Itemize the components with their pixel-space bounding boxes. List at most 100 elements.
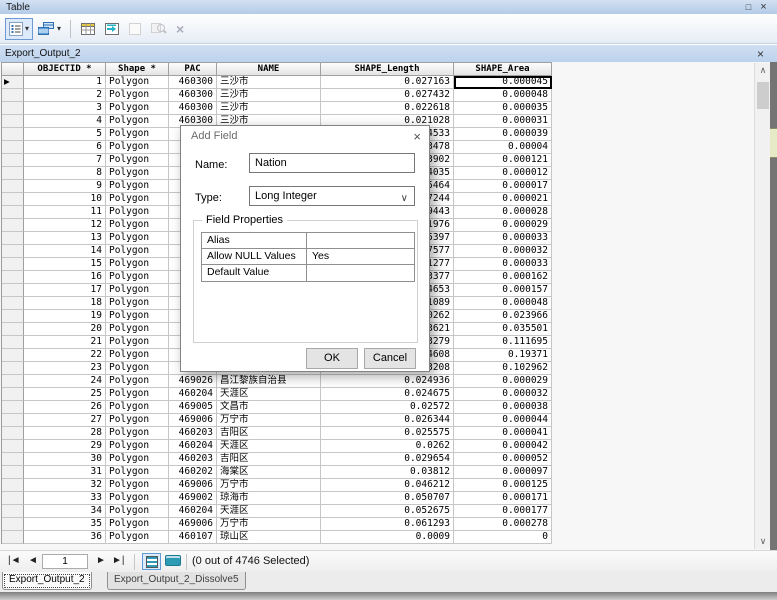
cell-area[interactable]: 0.000052 [454, 453, 552, 466]
cell-name[interactable]: 三沙市 [217, 76, 321, 89]
cell-pac[interactable]: 460300 [169, 76, 217, 89]
row-selector[interactable] [2, 232, 24, 245]
cell-area[interactable]: 0.000017 [454, 180, 552, 193]
cell-id[interactable]: 33 [24, 492, 106, 505]
row-selector[interactable] [2, 323, 24, 336]
cell-area[interactable]: 0.000162 [454, 271, 552, 284]
column-header-area[interactable]: SHAPE_Area [454, 62, 552, 76]
cell-name[interactable]: 三沙市 [217, 102, 321, 115]
cell-id[interactable]: 35 [24, 518, 106, 531]
cell-pac[interactable]: 460204 [169, 388, 217, 401]
cell-id[interactable]: 18 [24, 297, 106, 310]
cell-area[interactable]: 0.000029 [454, 375, 552, 388]
cell-len[interactable]: 0.046212 [321, 479, 454, 492]
row-selector[interactable] [2, 531, 24, 544]
cell-id[interactable]: 17 [24, 284, 106, 297]
cell-name[interactable]: 万宁市 [217, 479, 321, 492]
scroll-down-icon[interactable]: ∨ [755, 534, 771, 549]
cell-pac[interactable]: 469006 [169, 414, 217, 427]
cell-name[interactable]: 三沙市 [217, 89, 321, 102]
cell-shape[interactable]: Polygon [106, 336, 169, 349]
cell-shape[interactable]: Polygon [106, 375, 169, 388]
record-number-input[interactable]: 1 [42, 554, 88, 569]
row-selector[interactable] [2, 518, 24, 531]
cell-id[interactable]: 16 [24, 271, 106, 284]
cell-name[interactable]: 万宁市 [217, 518, 321, 531]
cell-shape[interactable]: Polygon [106, 310, 169, 323]
cell-id[interactable]: 4 [24, 115, 106, 128]
cell-shape[interactable]: Polygon [106, 115, 169, 128]
cell-area[interactable]: 0.023966 [454, 310, 552, 323]
cell-len[interactable]: 0.061293 [321, 518, 454, 531]
cell-area[interactable]: 0.000048 [454, 89, 552, 102]
row-selector[interactable] [2, 206, 24, 219]
cell-id[interactable]: 31 [24, 466, 106, 479]
cell-shape[interactable]: Polygon [106, 102, 169, 115]
cell-area[interactable]: 0.000041 [454, 427, 552, 440]
cell-area[interactable]: 0.000031 [454, 115, 552, 128]
cell-len[interactable]: 0.024675 [321, 388, 454, 401]
cell-shape[interactable]: Polygon [106, 479, 169, 492]
cell-shape[interactable]: Polygon [106, 323, 169, 336]
cell-area[interactable]: 0 [454, 531, 552, 544]
select-by-attributes-button[interactable] [76, 18, 100, 40]
property-value[interactable] [307, 265, 414, 281]
row-selector[interactable] [2, 154, 24, 167]
cell-shape[interactable]: Polygon [106, 76, 169, 89]
cell-shape[interactable]: Polygon [106, 141, 169, 154]
cell-shape[interactable]: Polygon [106, 232, 169, 245]
column-header-id[interactable]: OBJECTID * [24, 62, 106, 76]
column-header-pac[interactable]: PAC [169, 62, 217, 76]
close-window-icon[interactable]: × [756, 1, 771, 13]
row-selector[interactable] [2, 466, 24, 479]
cell-pac[interactable]: 469005 [169, 401, 217, 414]
cancel-button[interactable]: Cancel [364, 348, 416, 369]
cell-name[interactable]: 琼海市 [217, 492, 321, 505]
cell-area[interactable]: 0.000171 [454, 492, 552, 505]
cell-pac[interactable]: 469006 [169, 518, 217, 531]
row-selector[interactable] [2, 479, 24, 492]
cell-id[interactable]: 7 [24, 154, 106, 167]
cell-shape[interactable]: Polygon [106, 401, 169, 414]
cell-area[interactable]: 0.000097 [454, 466, 552, 479]
cell-shape[interactable]: Polygon [106, 427, 169, 440]
cell-shape[interactable]: Polygon [106, 206, 169, 219]
row-selector[interactable] [2, 401, 24, 414]
cell-area[interactable]: 0.000032 [454, 245, 552, 258]
cell-id[interactable]: 2 [24, 89, 106, 102]
row-selector[interactable] [2, 128, 24, 141]
row-selector[interactable] [2, 258, 24, 271]
cell-name[interactable]: 吉阳区 [217, 427, 321, 440]
cell-area[interactable]: 0.000033 [454, 232, 552, 245]
cell-id[interactable]: 3 [24, 102, 106, 115]
cell-name[interactable]: 吉阳区 [217, 453, 321, 466]
float-window-icon[interactable]: □ [741, 1, 756, 13]
cell-area[interactable]: 0.000044 [454, 414, 552, 427]
row-selector[interactable] [2, 388, 24, 401]
related-tables-button[interactable]: ▾ [33, 18, 65, 40]
tab-export-output-2-dissolve5[interactable]: Export_Output_2_Dissolve5 [107, 572, 246, 590]
row-selector[interactable] [2, 284, 24, 297]
cell-area[interactable]: 0.000125 [454, 479, 552, 492]
cell-id[interactable]: 14 [24, 245, 106, 258]
cell-shape[interactable]: Polygon [106, 245, 169, 258]
cell-area[interactable]: 0.035501 [454, 323, 552, 336]
cell-shape[interactable]: Polygon [106, 388, 169, 401]
cell-shape[interactable]: Polygon [106, 193, 169, 206]
row-selector[interactable] [2, 245, 24, 258]
cell-id[interactable]: 6 [24, 141, 106, 154]
cell-pac[interactable]: 460204 [169, 505, 217, 518]
show-selected-records-button[interactable] [165, 555, 181, 566]
row-selector[interactable] [2, 310, 24, 323]
tab-export-output-2[interactable]: Export_Output_2 [2, 572, 92, 590]
cell-name[interactable]: 文昌市 [217, 401, 321, 414]
cell-name[interactable]: 琼山区 [217, 531, 321, 544]
cell-area[interactable]: 0.19371 [454, 349, 552, 362]
cell-pac[interactable]: 460203 [169, 427, 217, 440]
cell-area[interactable]: 0.000029 [454, 219, 552, 232]
last-record-icon[interactable]: ►| [112, 555, 125, 566]
cell-shape[interactable]: Polygon [106, 531, 169, 544]
cell-len[interactable]: 0.025575 [321, 427, 454, 440]
switch-selection-button[interactable] [100, 18, 124, 40]
cell-name[interactable]: 昌江黎族自治县 [217, 375, 321, 388]
